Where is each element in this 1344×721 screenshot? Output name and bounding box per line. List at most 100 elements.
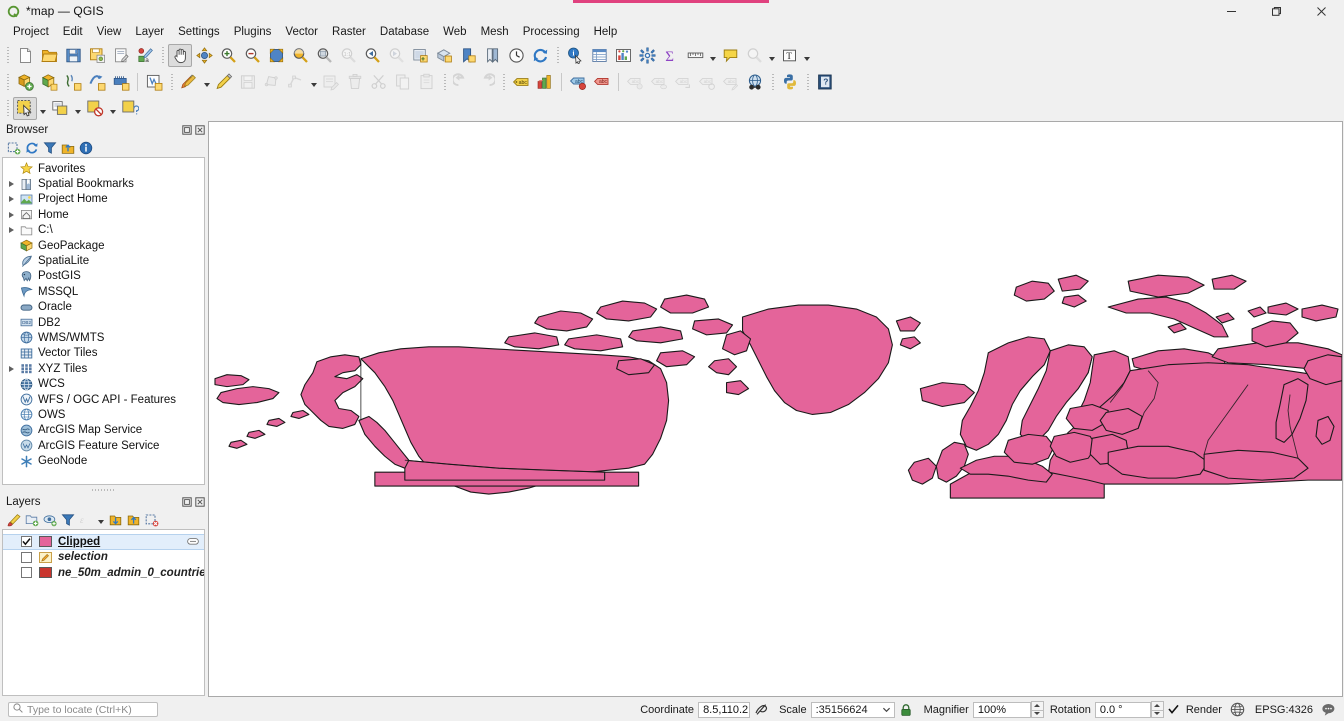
menu-project[interactable]: Project	[6, 24, 56, 41]
pin-labels-button[interactable]: abc	[590, 70, 614, 93]
metasearch-button[interactable]	[743, 70, 767, 93]
browser-item-geopackage[interactable]: GeoPackage	[3, 238, 204, 253]
layer-row-ne-50m-admin-0-countries[interactable]: ne_50m_admin_0_countries	[3, 565, 204, 581]
render-checkbox[interactable]	[1168, 704, 1180, 716]
browser-item-c-drive[interactable]: C:\	[3, 223, 204, 238]
layers-float-icon[interactable]	[181, 496, 192, 507]
zoom-last-button[interactable]	[360, 44, 384, 67]
collapse-all-icon[interactable]	[59, 139, 76, 156]
new-print-layout-button[interactable]	[109, 44, 133, 67]
message-bubble-icon[interactable]	[1320, 701, 1337, 718]
help-contents-button[interactable]: ?	[813, 70, 837, 93]
modify-attributes-button[interactable]	[319, 70, 343, 93]
zoom-native-button[interactable]: 1:1	[336, 44, 360, 67]
coordinate-field[interactable]: 8.5,110.2	[698, 701, 751, 718]
save-project-button[interactable]	[61, 44, 85, 67]
expand-arrow-icon[interactable]	[5, 423, 18, 438]
zoom-next-button[interactable]	[384, 44, 408, 67]
move-label-button[interactable]: abc	[647, 70, 671, 93]
browser-item-wcs[interactable]: WCS	[3, 376, 204, 391]
layer-diagram-button[interactable]	[533, 70, 557, 93]
add-vector-layer-button[interactable]	[37, 70, 61, 93]
menu-help[interactable]: Help	[587, 24, 625, 41]
browser-item-mssql[interactable]: MSSQL	[3, 284, 204, 299]
stepper-down-icon[interactable]	[1150, 709, 1164, 718]
menu-edit[interactable]: Edit	[56, 24, 90, 41]
locator-search-input[interactable]: Type to locate (Ctrl+K)	[8, 702, 158, 717]
browser-item-home[interactable]: Home	[3, 207, 204, 222]
add-delimited-text-button[interactable]	[109, 70, 133, 93]
magnifier-stepper[interactable]	[1030, 701, 1044, 718]
browser-item-oracle[interactable]: Oracle	[3, 300, 204, 315]
select-features-caret-icon[interactable]	[766, 44, 777, 67]
toolbar-handle[interactable]	[4, 72, 11, 92]
text-annotation-button[interactable]: T	[777, 44, 801, 67]
refresh-button[interactable]	[528, 44, 552, 67]
expand-arrow-icon[interactable]	[5, 192, 18, 207]
crs-value[interactable]: EPSG:4326	[1255, 704, 1313, 716]
vertex-tool-caret-icon[interactable]	[308, 70, 319, 93]
toggle-editing-button[interactable]	[212, 70, 236, 93]
expand-arrow-icon[interactable]	[5, 454, 18, 469]
map-canvas[interactable]	[208, 121, 1343, 697]
browser-item-geonode[interactable]: GeoNode	[3, 453, 204, 468]
zoom-out-button[interactable]	[240, 44, 264, 67]
add-group-icon[interactable]	[23, 511, 40, 528]
expand-arrow-icon[interactable]	[5, 207, 18, 222]
zoom-full-button[interactable]	[264, 44, 288, 67]
copy-features-button[interactable]	[391, 70, 415, 93]
coordinate-capture-icon[interactable]	[753, 701, 770, 718]
toolbar-handle[interactable]	[769, 72, 776, 92]
browser-item-postgis[interactable]: PostGIS	[3, 269, 204, 284]
sum-button[interactable]: Σ	[659, 44, 683, 67]
expand-arrow-icon[interactable]	[5, 284, 18, 299]
menu-processing[interactable]: Processing	[516, 24, 587, 41]
expand-arrow-icon[interactable]	[5, 254, 18, 269]
toolbar-handle[interactable]	[168, 72, 175, 92]
show-hide-labels-button[interactable]: abc	[623, 70, 647, 93]
select-feature-caret-icon[interactable]	[37, 97, 48, 120]
browser-item-spatialite[interactable]: SpatiaLite	[3, 253, 204, 268]
measure-caret-icon[interactable]	[707, 44, 718, 67]
edit-label-button[interactable]: abc	[719, 70, 743, 93]
menu-layer[interactable]: Layer	[128, 24, 171, 41]
pan-to-selection-button[interactable]	[192, 44, 216, 67]
maximize-button[interactable]	[1254, 0, 1299, 22]
filter-expression-caret-icon[interactable]	[95, 511, 106, 528]
chevron-down-icon[interactable]	[880, 705, 894, 714]
zoom-selection-button[interactable]	[288, 44, 312, 67]
magnifier-field[interactable]: 100%	[972, 701, 1031, 718]
measure-button[interactable]	[683, 44, 707, 67]
rotation-stepper[interactable]	[1150, 701, 1164, 718]
save-layer-edits-button[interactable]	[236, 70, 260, 93]
menu-view[interactable]: View	[90, 24, 129, 41]
deselect-features-caret-icon[interactable]	[107, 97, 118, 120]
menu-plugins[interactable]: Plugins	[227, 24, 279, 41]
layer-row-selection[interactable]: selection	[3, 550, 204, 566]
layer-expand-icon[interactable]	[186, 537, 199, 547]
refresh-icon[interactable]	[23, 139, 40, 156]
new-3d-map-view-button[interactable]	[432, 44, 456, 67]
deselect-features-button[interactable]	[83, 97, 107, 120]
change-label-button[interactable]: abc	[695, 70, 719, 93]
expand-all-icon[interactable]	[107, 511, 124, 528]
toolbar-handle[interactable]	[804, 72, 811, 92]
select-feature-button[interactable]	[13, 96, 37, 120]
current-edits-button[interactable]	[177, 70, 201, 93]
zoom-in-button[interactable]	[216, 44, 240, 67]
add-polygon-feature-button[interactable]	[260, 70, 284, 93]
expand-arrow-icon[interactable]	[5, 177, 18, 192]
rotate-label-button[interactable]: abc	[671, 70, 695, 93]
browser-item-xyz-tiles[interactable]: XYZ Tiles	[3, 361, 204, 376]
expand-arrow-icon[interactable]	[5, 346, 18, 361]
highlight-pinned-labels-button[interactable]: abc	[566, 70, 590, 93]
browser-item-arcgis-map-service[interactable]: ArcGIS Map Service	[3, 423, 204, 438]
data-source-manager-button[interactable]	[13, 70, 37, 93]
menu-database[interactable]: Database	[373, 24, 436, 41]
stepper-down-icon[interactable]	[1030, 709, 1044, 718]
identify-features-button[interactable]: i	[563, 44, 587, 67]
new-virtual-layer-button[interactable]	[142, 70, 166, 93]
expand-arrow-icon[interactable]	[5, 438, 18, 453]
save-project-as-button[interactable]	[85, 44, 109, 67]
expand-arrow-icon[interactable]	[5, 392, 18, 407]
